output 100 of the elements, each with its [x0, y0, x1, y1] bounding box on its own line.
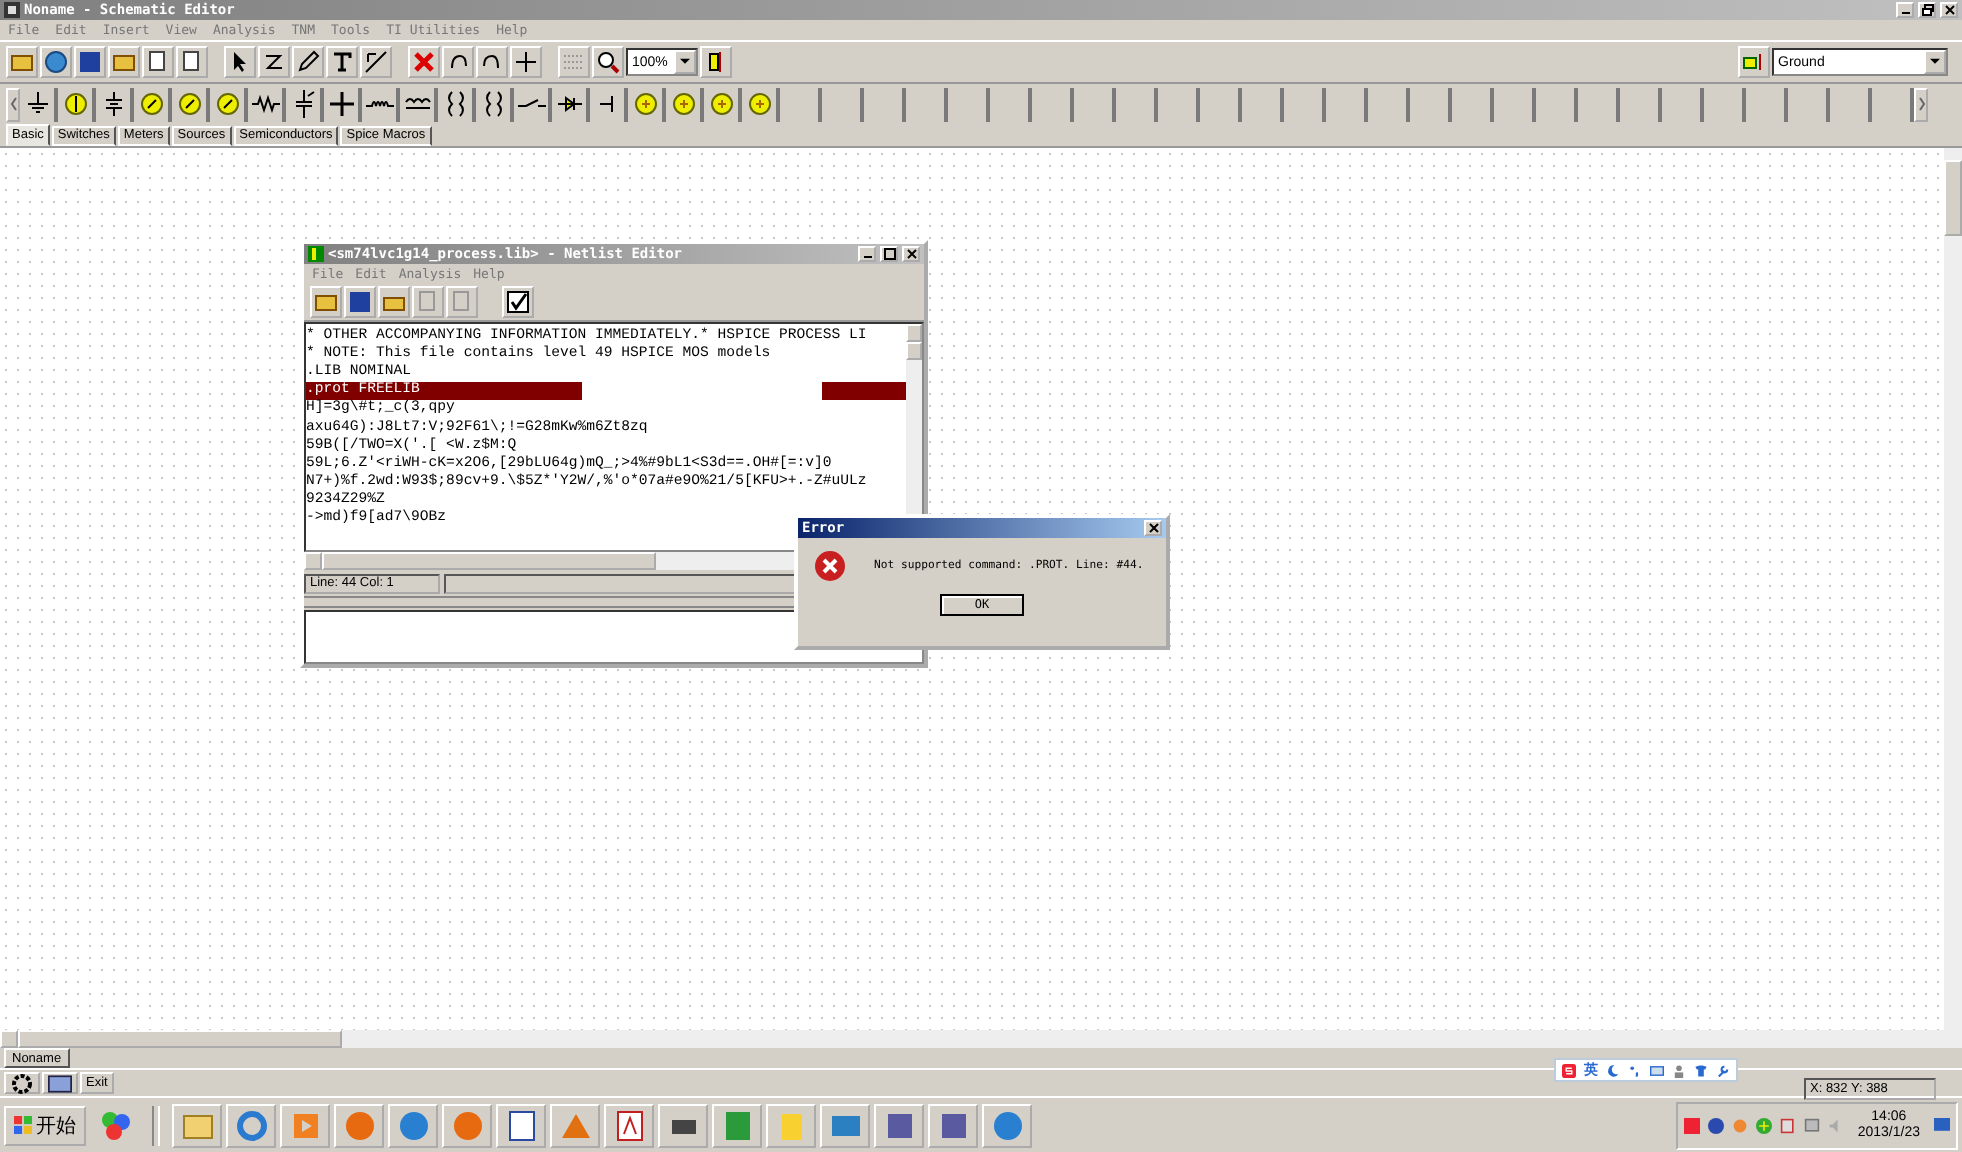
lamp-icon	[745, 90, 773, 118]
taskbar-button[interactable]	[604, 1103, 654, 1147]
paste-icon	[180, 50, 204, 74]
toolbar-button[interactable]	[700, 46, 732, 78]
undo-icon	[446, 50, 470, 74]
bulb-icon	[61, 90, 89, 118]
toolbar-button[interactable]	[502, 286, 534, 318]
person-icon[interactable]	[1672, 1063, 1686, 1077]
toolbar-button[interactable]	[6, 46, 38, 78]
pointer-icon	[228, 50, 252, 74]
start-button[interactable]: 开始	[4, 1105, 86, 1145]
text-icon	[330, 50, 354, 74]
taskbar-button[interactable]	[820, 1103, 870, 1147]
toolbar-button[interactable]	[40, 46, 72, 78]
probe-icon	[364, 50, 388, 74]
shirt-icon[interactable]	[1694, 1063, 1708, 1077]
windows-logo-icon	[14, 1116, 32, 1134]
logo-icon	[1562, 1063, 1576, 1077]
show-desktop-icon[interactable]	[1934, 1117, 1950, 1133]
taskbar-button[interactable]	[226, 1103, 276, 1147]
lamp-icon	[669, 90, 697, 118]
grid-icon	[562, 50, 586, 74]
toolbar-button[interactable]	[360, 46, 392, 78]
ground-icon	[23, 90, 51, 118]
component-button[interactable]	[400, 87, 438, 121]
restore-button[interactable]	[1918, 2, 1936, 18]
component-button[interactable]	[362, 87, 400, 121]
meter-icon	[137, 90, 165, 118]
keyboard-icon[interactable]	[1650, 1063, 1664, 1077]
punctuation-icon[interactable]	[1628, 1063, 1642, 1077]
toolbar-button[interactable]	[344, 286, 376, 318]
meter-icon	[175, 90, 203, 118]
peak-icon	[559, 1109, 591, 1141]
moon-icon[interactable]	[1606, 1063, 1620, 1077]
taskbar-button[interactable]	[496, 1103, 546, 1147]
close-button[interactable]	[1144, 520, 1162, 536]
document-icon	[505, 1109, 537, 1141]
chevron-left-icon	[9, 96, 17, 112]
redo-icon	[480, 50, 504, 74]
wire-icon	[262, 50, 286, 74]
diode-icon	[555, 90, 583, 118]
toolbar-button[interactable]	[510, 46, 542, 78]
toolbar-button[interactable]	[378, 286, 410, 318]
taskbar-button[interactable]	[928, 1103, 978, 1147]
maximize-icon	[883, 248, 895, 260]
app-icon	[308, 246, 324, 262]
component-icon	[1742, 50, 1766, 74]
app-icon	[4, 2, 20, 18]
caret-icon	[680, 58, 690, 66]
cross-icon	[327, 90, 355, 118]
component-button[interactable]	[248, 87, 286, 121]
lamp-icon	[631, 90, 659, 118]
open-icon	[314, 290, 338, 314]
toolbar-button[interactable]	[176, 46, 208, 78]
component-button[interactable]	[514, 87, 552, 121]
taskbar-button[interactable]	[388, 1103, 438, 1147]
toolbar-button[interactable]	[442, 46, 474, 78]
toolbar-button[interactable]	[258, 46, 290, 78]
vertical-scrollbar[interactable]	[1944, 148, 1962, 1030]
paste-icon	[450, 290, 474, 314]
scroll-left-button[interactable]	[6, 87, 20, 121]
close-button[interactable]	[1940, 2, 1958, 18]
toolbar-button[interactable]	[292, 46, 324, 78]
open-icon	[10, 50, 34, 74]
minimize-button[interactable]	[1896, 2, 1914, 18]
toolbar-button[interactable]	[224, 46, 256, 78]
status-button[interactable]	[42, 1072, 78, 1094]
component-button[interactable]	[324, 87, 362, 121]
wrench-icon[interactable]	[1716, 1063, 1730, 1077]
toolbar-button[interactable]	[108, 46, 140, 78]
caret-icon	[1930, 58, 1940, 66]
restore-icon	[1921, 4, 1933, 16]
place-component-button[interactable]	[1738, 46, 1770, 78]
open-icon	[112, 50, 136, 74]
horizontal-scrollbar[interactable]	[0, 1030, 1962, 1048]
plus-icon	[1755, 1117, 1772, 1133]
toolbar-button[interactable]	[142, 46, 174, 78]
chevron-right-icon	[1917, 96, 1925, 112]
toolbar-button[interactable]	[310, 286, 342, 318]
magnifier-icon	[596, 50, 620, 74]
pencil-icon	[296, 50, 320, 74]
save-icon	[78, 50, 102, 74]
play-icon	[289, 1109, 321, 1141]
resistor-icon	[251, 90, 279, 118]
taskbar-button[interactable]	[982, 1103, 1032, 1147]
toolbar-button[interactable]	[476, 46, 508, 78]
scroll-right-button[interactable]	[1914, 87, 1928, 121]
copy-icon	[146, 50, 170, 74]
cross-icon	[412, 50, 436, 74]
copy-icon	[416, 290, 440, 314]
toolbar-button[interactable]	[326, 46, 358, 78]
component-button[interactable]	[552, 87, 590, 121]
taskbar-button[interactable]	[658, 1103, 708, 1147]
toolbar-button[interactable]	[74, 46, 106, 78]
taskbar-button[interactable]	[874, 1103, 924, 1147]
status-button[interactable]	[4, 1072, 40, 1094]
checkbox-icon	[506, 290, 530, 314]
zoom-button[interactable]	[592, 46, 624, 78]
balls-icon	[99, 1109, 131, 1141]
speaker-icon	[1827, 1117, 1844, 1133]
